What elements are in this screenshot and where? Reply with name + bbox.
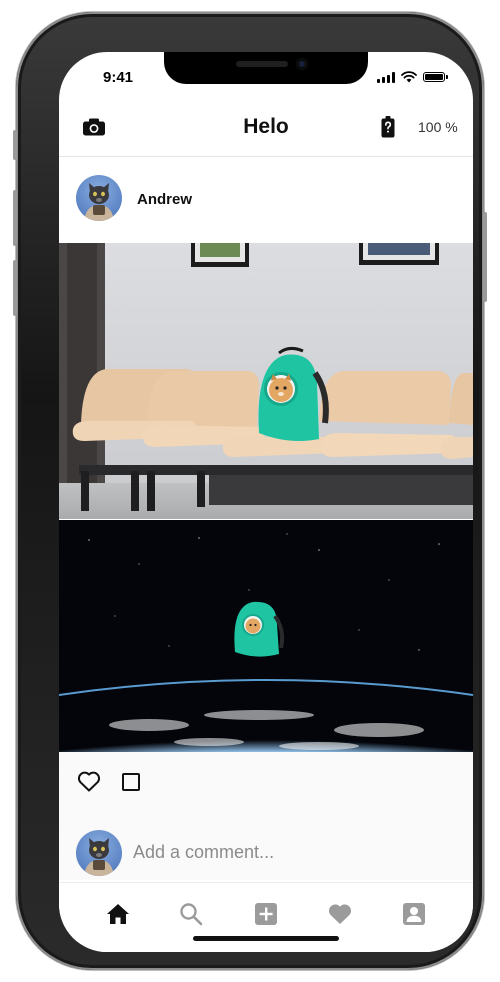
heart-outline-icon[interactable] <box>77 770 101 792</box>
square-outline-icon[interactable] <box>122 773 140 791</box>
cat-backpack-waiting-room-photo <box>59 243 473 519</box>
cat-backpack-space-earth-photo <box>59 520 473 752</box>
wifi-icon <box>401 71 417 83</box>
side-button-power <box>483 212 487 302</box>
app-title: Helo <box>243 115 289 138</box>
add-square-icon[interactable] <box>253 901 279 927</box>
search-icon[interactable] <box>178 901 204 927</box>
tab-bar <box>59 882 473 952</box>
app-header: Helo 100 % <box>59 102 473 157</box>
cellular-signal-icon <box>377 71 395 83</box>
screen: 9:41 Helo 100 % Andrew Add a comment... <box>59 52 473 952</box>
heart-icon[interactable] <box>327 901 353 927</box>
battery-question-icon[interactable] <box>381 116 395 138</box>
status-icons <box>377 71 448 83</box>
cat-avatar-icon <box>84 183 114 221</box>
phone-frame: 9:41 Helo 100 % Andrew Add a comment... <box>13 12 487 970</box>
battery-icon <box>423 72 448 82</box>
side-button-volume-up <box>13 190 17 246</box>
post-image[interactable] <box>59 243 473 752</box>
author-name[interactable]: Andrew <box>137 191 192 208</box>
comment-input[interactable] <box>133 840 433 864</box>
cat-avatar-icon <box>84 838 114 876</box>
home-icon[interactable] <box>105 901 131 927</box>
notch <box>164 52 368 84</box>
commenter-avatar <box>76 830 122 876</box>
profile-icon[interactable] <box>401 901 427 927</box>
status-time: 9:41 <box>103 69 134 86</box>
side-button-volume-down <box>13 260 17 316</box>
side-button-mute <box>13 130 17 160</box>
post-actions <box>59 752 473 810</box>
home-indicator[interactable] <box>193 936 339 941</box>
battery-percentage: 100 % <box>418 119 458 135</box>
author-avatar[interactable] <box>76 175 122 221</box>
post-author-row: Andrew <box>59 167 473 229</box>
comment-row <box>59 810 473 880</box>
